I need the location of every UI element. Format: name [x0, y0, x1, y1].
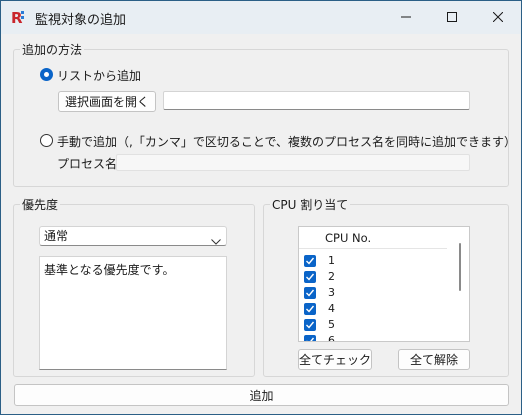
uncheck-all-button[interactable]: 全て解除	[398, 349, 470, 370]
cpu-number: 1	[328, 254, 335, 267]
cpu-column-header: CPU No.	[325, 231, 372, 245]
cpu-group-title: CPU 割り当て	[270, 196, 351, 213]
radio-manual-add[interactable]	[40, 134, 53, 147]
window-title: 監視対象の追加	[35, 13, 127, 28]
maximize-button[interactable]	[429, 1, 475, 33]
cpu-checkbox[interactable]	[304, 335, 316, 341]
priority-description: 基準となる優先度です。	[39, 256, 227, 370]
priority-select[interactable]: 通常	[39, 226, 227, 246]
cpu-list-scrollbar[interactable]	[459, 243, 461, 291]
close-button[interactable]	[475, 1, 521, 33]
chevron-down-icon	[211, 232, 221, 250]
app-r-icon: R	[9, 8, 27, 27]
priority-select-value: 通常	[44, 229, 69, 243]
minimize-button[interactable]	[383, 1, 429, 33]
process-name-label: プロセス名	[57, 157, 118, 171]
radio-add-from-list[interactable]	[40, 68, 53, 81]
method-group-title: 追加の方法	[20, 41, 85, 58]
process-name-field[interactable]	[116, 154, 470, 171]
selected-path-field[interactable]	[163, 91, 470, 110]
cpu-number: 3	[328, 286, 335, 299]
priority-group-title: 優先度	[20, 196, 61, 213]
radio-manual-add-label[interactable]: 手動で追加（,「カンマ」で区切ることで、複数のプロセス名を同時に追加できます）	[57, 133, 516, 150]
cpu-number: 6	[328, 334, 335, 342]
dialog-window: R 監視対象の追加 追加の方法 リストから追加 選択画面を開く 手動で追加（,「…	[0, 0, 522, 415]
maximize-icon	[447, 12, 457, 22]
cpu-checkbox[interactable]	[304, 287, 316, 299]
cpu-list-row[interactable]: 4	[299, 301, 447, 317]
cpu-list-row[interactable]: 3	[299, 285, 447, 301]
cpu-number: 2	[328, 270, 335, 283]
cpu-list-row[interactable]: 6	[299, 333, 447, 342]
title-bar[interactable]: R 監視対象の追加	[1, 1, 521, 34]
cpu-checkbox[interactable]	[304, 319, 316, 331]
cpu-list-row[interactable]: 2	[299, 269, 447, 285]
cpu-number: 4	[328, 302, 335, 315]
cpu-number: 5	[328, 318, 335, 331]
radio-add-from-list-label[interactable]: リストから追加	[57, 67, 141, 84]
close-icon	[493, 12, 503, 22]
cpu-list-row[interactable]: 5	[299, 317, 447, 333]
cpu-checkbox[interactable]	[304, 255, 316, 267]
cpu-list-header: CPU No.	[299, 227, 447, 249]
check-all-button[interactable]: 全てチェック	[298, 349, 372, 370]
priority-description-text: 基準となる優先度です。	[44, 263, 175, 277]
minimize-icon	[401, 12, 411, 22]
add-button[interactable]: 追加	[14, 384, 509, 406]
cpu-checkbox[interactable]	[304, 303, 316, 315]
cpu-list-row[interactable]: 1	[299, 253, 447, 269]
cpu-checkbox[interactable]	[304, 271, 316, 283]
open-selection-button[interactable]: 選択画面を開く	[58, 91, 156, 112]
cpu-list[interactable]: CPU No. 1 2 3 4 5 6	[298, 226, 470, 342]
